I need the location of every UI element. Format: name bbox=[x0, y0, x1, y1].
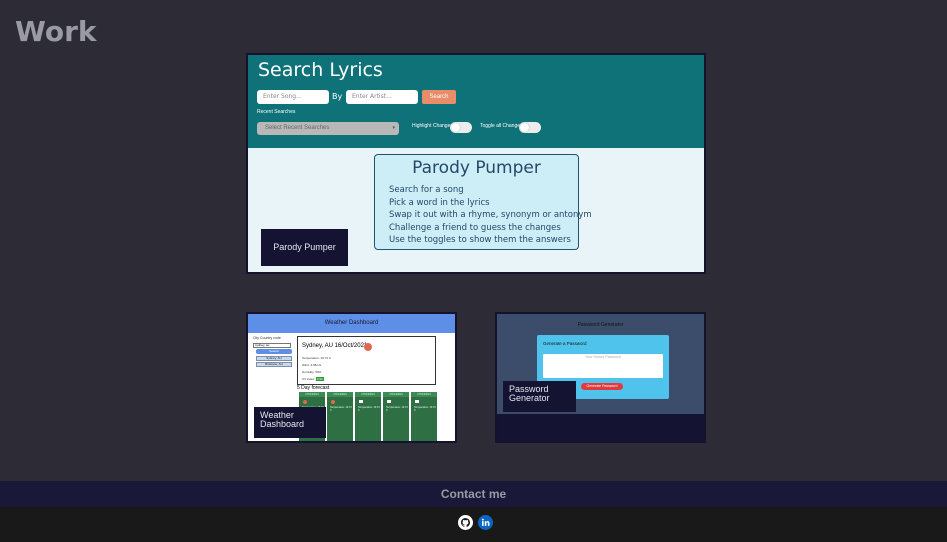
weather-current-title: Sydney, AU 16/Oct/2021 bbox=[302, 343, 368, 349]
sun-icon bbox=[331, 400, 335, 404]
info-step: Challenge a friend to guess the changes bbox=[389, 222, 561, 233]
contact-heading: Contact me bbox=[440, 487, 507, 501]
weather-header: Weather Dashboard bbox=[248, 314, 455, 333]
lyrics-search-button-preview: Search bbox=[422, 90, 456, 104]
highlight-changes-toggle-preview bbox=[450, 122, 472, 133]
info-step: Swap it out with a rhyme, synonym or ant… bbox=[389, 210, 592, 221]
uv-label: UV index: bbox=[302, 377, 316, 381]
cloud-icon bbox=[415, 400, 419, 403]
recent-searches-label: Recent Searches bbox=[257, 109, 296, 115]
project-card-password-generator[interactable]: Password Generator Generate a Password Y… bbox=[495, 312, 706, 443]
parody-pumper-info-box: Parody Pumper Search for a song Pick a w… bbox=[374, 154, 592, 250]
section-title: Work bbox=[15, 15, 97, 48]
forecast-date: 17/Oct/2021 bbox=[355, 392, 381, 397]
weather-city-input-preview: sydney, au bbox=[253, 343, 291, 348]
forecast-day-card: 17/Oct/2021 Temperature: 19.73 C bbox=[383, 392, 409, 441]
toggle-all-changes-toggle-preview bbox=[519, 122, 541, 133]
by-label: By bbox=[332, 92, 343, 101]
info-step: Pick a word in the lyrics bbox=[389, 197, 490, 208]
project-label-password-generator[interactable]: Password Generator bbox=[503, 381, 576, 412]
artist-input-preview: Enter Artist... bbox=[346, 90, 418, 104]
weather-history-item: Brisbane, AU bbox=[256, 362, 292, 367]
forecast-temp: Temperature: 19.73 C bbox=[358, 406, 380, 412]
recent-searches-select-preview: Select Recent Searches ▾ bbox=[257, 122, 399, 135]
highlight-changes-label: Highlight Changes bbox=[412, 123, 453, 129]
forecast-date: 17/Oct/2021 bbox=[383, 392, 409, 397]
weather-detail: Temperature: 19.73 C bbox=[302, 356, 332, 360]
weather-current-panel: Sydney, AU 16/Oct/2021 Temperature: 19.7… bbox=[297, 336, 436, 385]
project-label-line: Generator bbox=[509, 393, 550, 403]
forecast-date: 17/Oct/2021 bbox=[327, 392, 353, 397]
weather-detail: Wind: 4.68m/s bbox=[302, 363, 322, 367]
password-header: Password Generator bbox=[577, 322, 624, 328]
weather-detail: UV index: 3.93 bbox=[302, 377, 324, 381]
chevron-down-icon: ▾ bbox=[392, 125, 395, 131]
lyrics-app-title: Search Lyrics bbox=[258, 59, 383, 81]
generate-password-button-preview: Generate Password bbox=[581, 383, 623, 390]
password-textarea-preview: Your Secure Password bbox=[543, 354, 663, 378]
social-bar bbox=[0, 507, 947, 542]
forecast-day-card: 17/Oct/2021 Temperature: 19.73 C bbox=[355, 392, 381, 441]
project-card-parody-pumper[interactable]: Search Lyrics Enter Song... By Enter Art… bbox=[246, 53, 706, 274]
toggle-all-changes-label: Toggle all Changes bbox=[480, 123, 523, 129]
github-icon[interactable] bbox=[458, 515, 473, 530]
sun-icon bbox=[364, 343, 372, 351]
contact-bar: Contact me bbox=[0, 481, 947, 507]
forecast-label: 5 Day forecast bbox=[297, 385, 330, 391]
forecast-temp: Temperature: 19.73 C bbox=[414, 406, 436, 412]
recent-searches-select-text: Select Recent Searches bbox=[265, 125, 330, 131]
weather-detail: Humidity: 59% bbox=[302, 370, 322, 374]
cloud-icon bbox=[359, 400, 363, 403]
forecast-temp: Temperature: 19.73 C bbox=[386, 406, 408, 412]
weather-search-button-preview: Search bbox=[256, 349, 292, 354]
lyrics-search-header: Search Lyrics Enter Song... By Enter Art… bbox=[248, 55, 704, 148]
sun-icon bbox=[303, 400, 307, 404]
project-label-line: Dashboard bbox=[260, 419, 305, 429]
info-step: Search for a song bbox=[389, 185, 464, 195]
weather-history-item: Sydney, AU bbox=[256, 356, 292, 361]
forecast-day-card: 17/Oct/2021 Temperature: 19.73 C bbox=[411, 392, 437, 441]
linkedin-icon[interactable] bbox=[478, 515, 493, 530]
forecast-date: 17/Oct/2021 bbox=[299, 392, 325, 397]
project-label-weather-dashboard[interactable]: Weather Dashboard bbox=[254, 407, 326, 438]
info-step: Use the toggles to show them the answers bbox=[389, 235, 571, 246]
project-label-parody-pumper[interactable]: Parody Pumper bbox=[261, 229, 348, 266]
weather-city-label: City Country code bbox=[253, 336, 281, 340]
song-input-preview: Enter Song... bbox=[257, 90, 329, 104]
forecast-day-card: 17/Oct/2021 Temperature: 19.73 C bbox=[327, 392, 353, 441]
info-title: Parody Pumper bbox=[412, 158, 541, 178]
forecast-date: 17/Oct/2021 bbox=[411, 392, 437, 397]
forecast-temp: Temperature: 19.73 C bbox=[330, 406, 352, 412]
uv-badge: 3.93 bbox=[315, 377, 324, 381]
cloud-icon bbox=[387, 400, 391, 403]
project-card-weather-dashboard[interactable]: Weather Dashboard City Country code sydn… bbox=[246, 312, 457, 443]
password-box-title: Generate a Password bbox=[543, 341, 587, 346]
info-steps-list: Search for a song Pick a word in the lyr… bbox=[375, 184, 592, 247]
